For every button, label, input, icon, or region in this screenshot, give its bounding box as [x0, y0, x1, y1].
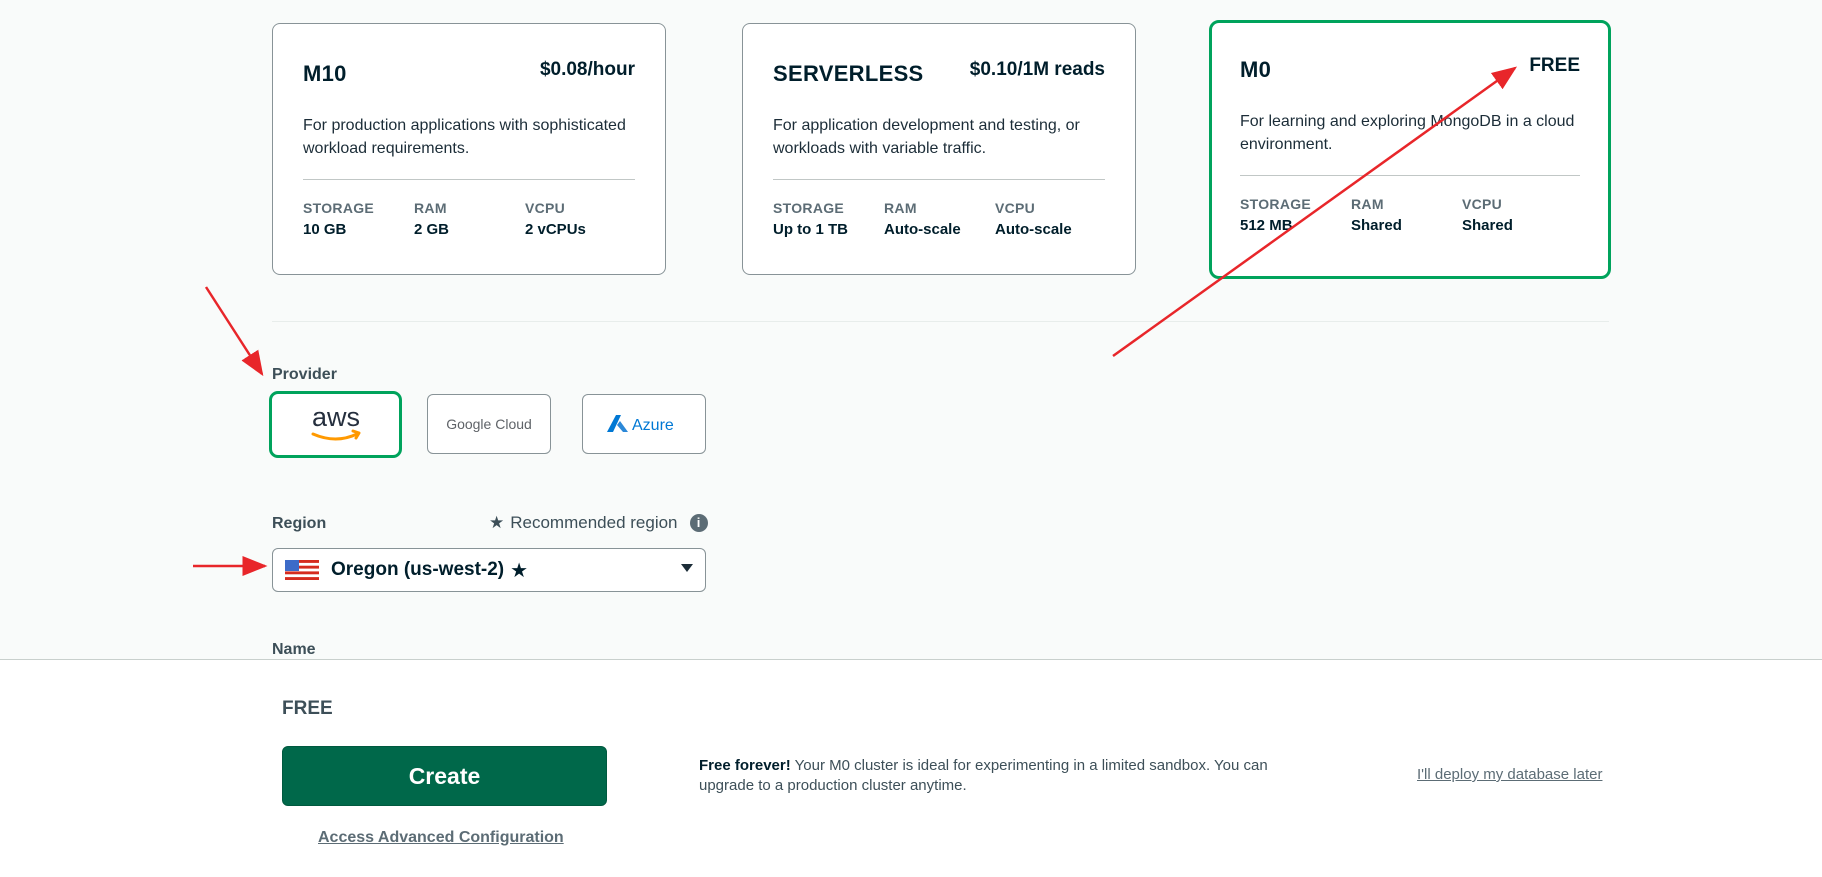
section-divider: [272, 321, 1609, 322]
recommended-region-label: Recommended region: [510, 513, 678, 532]
spec-value: 2 vCPUs: [525, 221, 586, 238]
card-divider: [303, 179, 635, 180]
free-note-bold: Free forever!: [699, 757, 791, 774]
free-tier-note: Free forever! Your M0 cluster is ideal f…: [699, 756, 1279, 796]
tier-name: M0: [1240, 57, 1272, 82]
spec-value: Up to 1 TB: [773, 221, 848, 238]
spec-value: Shared: [1462, 217, 1513, 234]
azure-logo-text: Azure: [632, 417, 674, 434]
provider-azure-button[interactable]: Azure: [582, 394, 706, 454]
provider-google-cloud-button[interactable]: Google Cloud: [427, 394, 551, 454]
advanced-configuration-link[interactable]: Access Advanced Configuration: [318, 829, 564, 847]
selected-tier-label: FREE: [282, 698, 333, 719]
spec-storage: STORAGE 10 GB: [303, 200, 374, 238]
region-label: Region: [272, 515, 327, 532]
recommended-region-hint: ★ Recommended region i: [489, 513, 708, 533]
create-button[interactable]: Create: [282, 746, 607, 806]
spec-label: vCPU: [995, 200, 1036, 216]
spec-storage: STORAGE Up to 1 TB: [773, 200, 848, 238]
region-selected-value: Oregon (us-west-2): [331, 559, 505, 580]
spec-ram: RAM Shared: [1351, 196, 1402, 234]
tier-price: FREE: [1529, 55, 1580, 76]
name-label: Name: [272, 641, 316, 658]
tier-card-m0[interactable]: M0 FREE For learning and exploring Mongo…: [1209, 20, 1611, 279]
spec-label: STORAGE: [303, 200, 375, 216]
spec-label: vCPU: [525, 200, 566, 216]
provider-label: Provider: [272, 366, 337, 383]
tier-price: $0.10/1M reads: [969, 59, 1105, 80]
spec-label: STORAGE: [1240, 196, 1312, 212]
spec-vcpu: vCPU Shared: [1462, 196, 1513, 234]
google-cloud-logo-text: Google Cloud: [446, 416, 532, 432]
spec-label: STORAGE: [773, 200, 845, 216]
spec-value: Auto-scale: [884, 221, 961, 238]
spec-label: RAM: [1351, 196, 1384, 212]
spec-ram: RAM 2 GB: [414, 200, 449, 238]
spec-ram: RAM Auto-scale: [884, 200, 961, 238]
star-icon: ★: [489, 513, 505, 532]
tier-card-serverless[interactable]: SERVERLESS $0.10/1M reads For applicatio…: [742, 23, 1136, 275]
azure-logo-icon: Azure: [607, 415, 674, 434]
spec-value: Shared: [1351, 217, 1402, 234]
tier-description: For learning and exploring MongoDB in a …: [1240, 113, 1575, 153]
spec-label: RAM: [414, 200, 447, 216]
tier-card-m10[interactable]: M10 $0.08/hour For production applicatio…: [272, 23, 666, 275]
spec-value: 10 GB: [303, 221, 347, 238]
spec-label: vCPU: [1462, 196, 1503, 212]
tier-name: M10: [303, 61, 347, 86]
spec-vcpu: vCPU Auto-scale: [995, 200, 1072, 238]
card-divider: [773, 179, 1105, 180]
tier-name: SERVERLESS: [773, 61, 924, 86]
spec-value: Auto-scale: [995, 221, 1072, 238]
aws-logo-text: aws: [311, 403, 359, 432]
us-flag-icon: [285, 560, 319, 580]
spec-vcpu: vCPU 2 vCPUs: [525, 200, 586, 238]
tier-price: $0.08/hour: [539, 59, 635, 80]
card-divider: [1240, 175, 1580, 176]
spec-storage: STORAGE 512 MB: [1240, 196, 1311, 234]
info-icon[interactable]: i: [689, 514, 708, 532]
spec-label: RAM: [884, 200, 917, 216]
tier-description: For production applications with sophist…: [303, 117, 626, 157]
star-icon: ★: [510, 559, 529, 582]
chevron-down-icon: [681, 564, 693, 572]
spec-value: 512 MB: [1240, 217, 1293, 234]
aws-logo-icon: aws: [311, 403, 360, 440]
provider-aws-button[interactable]: aws: [269, 391, 402, 458]
deploy-later-link[interactable]: I'll deploy my database later: [1417, 766, 1602, 783]
arrow-to-provider: [204, 286, 264, 377]
spec-value: 2 GB: [414, 221, 450, 238]
footer-bar: FREE Create Access Advanced Configuratio…: [0, 659, 1822, 877]
region-select[interactable]: Oregon (us-west-2) ★: [272, 548, 706, 592]
tier-description: For application development and testing,…: [773, 117, 1080, 157]
google-cloud-logo-icon: Google Cloud: [446, 416, 532, 432]
